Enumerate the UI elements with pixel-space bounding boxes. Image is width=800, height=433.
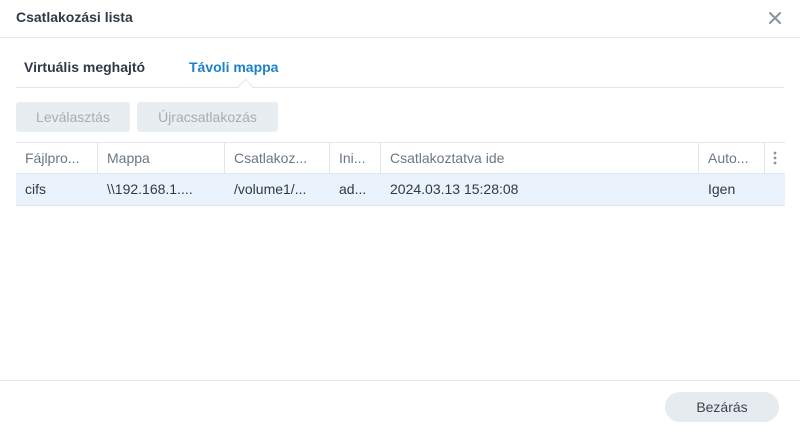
- table-header: Fájlpro... Mappa Csatlakoz... Ini... Csa…: [16, 142, 785, 174]
- vertical-dots-icon[interactable]: [765, 143, 785, 173]
- dialog-header: Csatlakozási lista: [0, 0, 800, 38]
- connection-list-dialog: Csatlakozási lista Virtuális meghajtó Tá…: [0, 0, 800, 433]
- tab-remote-folder[interactable]: Távoli mappa: [189, 59, 278, 75]
- dialog-title: Csatlakozási lista: [16, 9, 133, 25]
- active-tab-indicator: [237, 78, 254, 95]
- cell-protocol: cifs: [25, 181, 46, 197]
- cell-folder: \\192.168.1....: [107, 181, 193, 197]
- close-button[interactable]: Bezárás: [665, 392, 779, 422]
- connection-table: Fájlpro... Mappa Csatlakoz... Ini... Csa…: [16, 142, 785, 206]
- dialog-footer: Bezárás: [0, 380, 800, 433]
- column-header-auto[interactable]: Auto...: [699, 143, 765, 173]
- tab-bar: Virtuális meghajtó Távoli mappa: [16, 52, 784, 95]
- column-header-folder[interactable]: Mappa: [98, 143, 225, 173]
- column-header-mount-path[interactable]: Csatlakoz...: [225, 143, 330, 173]
- disconnect-button[interactable]: Leválasztás: [16, 102, 130, 132]
- column-header-protocol[interactable]: Fájlpro...: [16, 143, 98, 173]
- cell-initiator: ad...: [339, 181, 367, 197]
- column-header-initiator[interactable]: Ini...: [330, 143, 381, 173]
- cell-mount-path: /volume1/...: [234, 181, 307, 197]
- reconnect-button[interactable]: Újracsatlakozás: [137, 102, 278, 132]
- table-row[interactable]: cifs \\192.168.1.... /volume1/... ad... …: [16, 174, 785, 206]
- cell-auto: Igen: [708, 181, 736, 197]
- cell-connected-at: 2024.03.13 15:28:08: [390, 181, 519, 197]
- close-icon[interactable]: [764, 8, 786, 28]
- tab-virtual-drive[interactable]: Virtuális meghajtó: [24, 59, 145, 75]
- column-header-connected-at[interactable]: Csatlakoztatva ide: [381, 143, 699, 173]
